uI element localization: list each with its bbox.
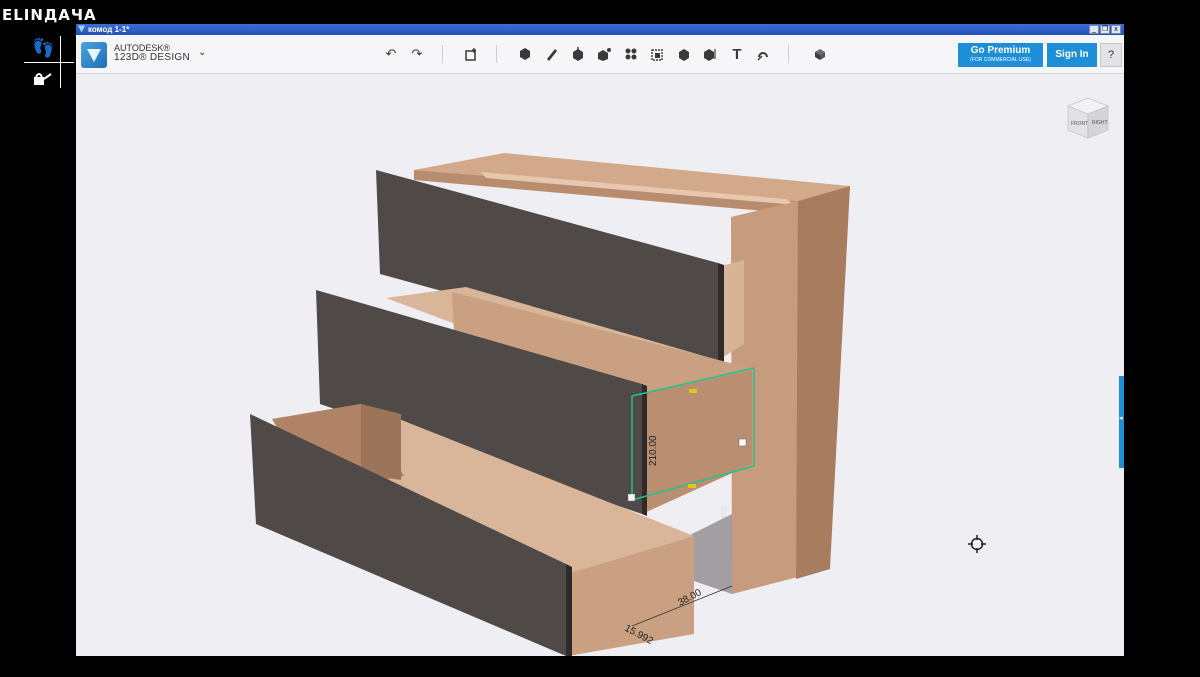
watering-can-icon (30, 69, 52, 90)
toolbar-separator (788, 45, 789, 63)
back-panel-lower (688, 514, 732, 594)
go-premium-button[interactable]: Go Premium (FOR COMMERCIAL USE) (958, 43, 1043, 67)
drawer-3-inside (361, 404, 401, 480)
drawer-3-front-edge (566, 564, 572, 656)
orbit-cursor-icon (968, 535, 986, 553)
sketch-icon[interactable] (543, 45, 561, 63)
grouping-icon[interactable] (648, 45, 666, 63)
selection-handle (627, 493, 636, 502)
title-bar: комод 1-1* _ ❐ x (76, 24, 1124, 35)
channel-logo: ELINДАЧА (2, 6, 97, 24)
dresser-model[interactable]: 210.00 38.00 15.992 (76, 74, 1124, 656)
app-name-line2: 123D® DESIGN (114, 52, 190, 63)
toolbar-separator (442, 45, 443, 63)
snap-icon[interactable] (754, 45, 772, 63)
window-title: комод 1-1* (88, 25, 130, 34)
chevron-left-icon[interactable]: ◂ (1119, 414, 1124, 424)
undo-icon[interactable]: ↶ (382, 45, 400, 63)
construct-icon[interactable] (569, 45, 587, 63)
pattern-icon[interactable] (622, 45, 640, 63)
go-premium-sublabel: (FOR COMMERCIAL USE) (970, 57, 1031, 63)
combine-icon[interactable] (675, 45, 693, 63)
app-logo[interactable] (81, 42, 107, 68)
chevron-down-icon[interactable]: ⌄ (198, 47, 206, 58)
restore-button[interactable]: ❐ (1100, 25, 1110, 34)
right-side-panel (796, 186, 850, 579)
measure-icon[interactable] (701, 45, 719, 63)
view-cube-front-label: FRONT (1071, 121, 1088, 127)
redo-icon[interactable]: ↷ (408, 45, 426, 63)
3d-viewport[interactable]: 210.00 38.00 15.992 FRONT RIGHT ◂ (76, 74, 1124, 656)
primitives-icon[interactable] (516, 45, 534, 63)
overlay-divider-horizontal (24, 62, 74, 63)
view-cube[interactable]: FRONT RIGHT (1062, 92, 1112, 147)
minimize-button[interactable]: _ (1089, 25, 1099, 34)
app-mini-icon (78, 25, 85, 33)
text-icon[interactable]: T (728, 45, 746, 63)
app-window: комод 1-1* _ ❐ x AUTODESK® 123D® DESIGN … (76, 24, 1124, 656)
help-button[interactable]: ? (1100, 43, 1122, 67)
view-cube-right-label: RIGHT (1092, 120, 1108, 126)
import-icon[interactable] (462, 45, 480, 63)
app-logo-icon (87, 49, 101, 62)
slippers-icon: 👣 (32, 38, 55, 58)
close-button[interactable]: x (1111, 25, 1121, 34)
toolbar-separator (496, 45, 497, 63)
go-premium-label: Go Premium (970, 45, 1031, 56)
dimension-height-label: 210.00 (648, 435, 659, 466)
modify-icon[interactable] (595, 45, 613, 63)
selection-handle (689, 389, 697, 393)
drawer-1-front-edge (718, 263, 724, 369)
app-name[interactable]: AUTODESK® 123D® DESIGN (114, 43, 190, 63)
selection-handle (688, 484, 696, 488)
window-controls: _ ❐ x (1089, 25, 1121, 34)
material-icon[interactable] (811, 45, 829, 63)
selection-handle (738, 438, 747, 447)
channel-overlay: 👣 (24, 36, 74, 92)
main-toolbar: AUTODESK® 123D® DESIGN ⌄ ↶ ↷ T Go Premiu… (76, 35, 1124, 74)
sign-in-button[interactable]: Sign In (1047, 43, 1097, 67)
